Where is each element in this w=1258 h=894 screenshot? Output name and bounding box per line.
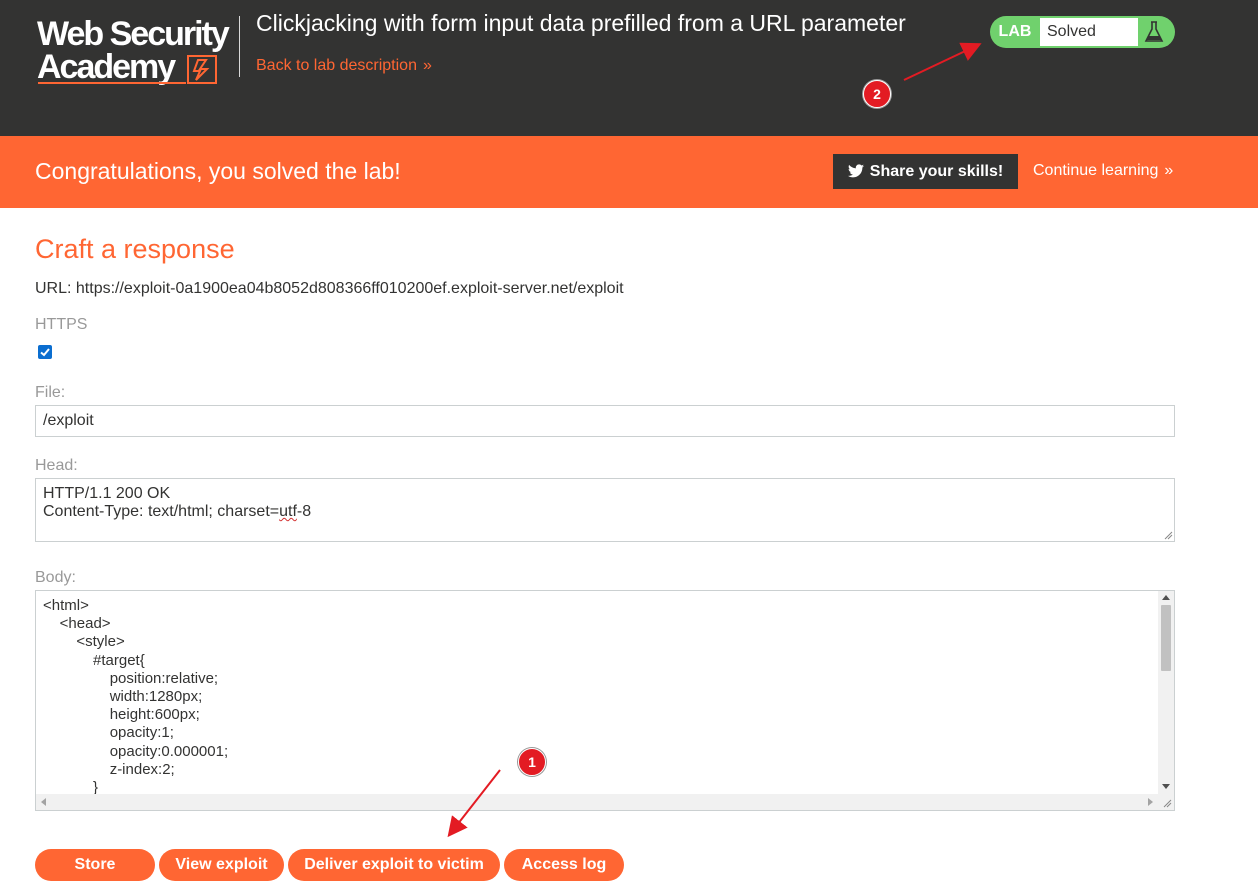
scroll-down-icon[interactable] bbox=[1162, 784, 1170, 790]
head-line-2-suffix: -8 bbox=[296, 503, 312, 520]
continue-learning-link[interactable]: Continue learning » bbox=[1033, 162, 1173, 180]
twitter-icon bbox=[847, 164, 864, 178]
head-line-1: HTTP/1.1 200 OK bbox=[43, 485, 171, 502]
deliver-exploit-button[interactable]: Deliver exploit to victim bbox=[288, 849, 500, 881]
annotation-marker-1: 1 bbox=[518, 748, 546, 776]
back-link-label: Back to lab description bbox=[256, 57, 417, 74]
share-skills-button[interactable]: Share your skills! bbox=[833, 154, 1018, 189]
lab-title: Clickjacking with form input data prefil… bbox=[256, 10, 906, 36]
store-button[interactable]: Store bbox=[35, 849, 155, 881]
resize-handle-icon bbox=[1163, 799, 1172, 808]
logo-line-2: Academy bbox=[37, 48, 176, 86]
body-vertical-scrollbar[interactable] bbox=[1158, 591, 1174, 794]
exploit-url: URL: https://exploit-0a1900ea04b8052d808… bbox=[35, 280, 624, 297]
head-line-2-prefix: Content-Type: text/html; charset= bbox=[43, 503, 280, 520]
https-checkbox[interactable] bbox=[38, 345, 52, 359]
page-title: Craft a response bbox=[35, 234, 235, 264]
back-to-description-link[interactable]: Back to lab description » bbox=[256, 57, 432, 75]
resize-handle-icon[interactable] bbox=[1164, 531, 1173, 540]
checkmark-icon bbox=[40, 348, 50, 357]
lab-badge: LAB bbox=[998, 23, 1032, 40]
flask-icon bbox=[1139, 18, 1169, 46]
continue-learning-label: Continue learning bbox=[1033, 162, 1159, 179]
spellcheck-flagged-word: utf bbox=[279, 503, 297, 520]
scroll-up-icon[interactable] bbox=[1162, 594, 1170, 600]
access-log-button[interactable]: Access log bbox=[504, 849, 624, 881]
scroll-left-icon[interactable] bbox=[40, 798, 46, 806]
body-textarea[interactable]: <html> <head> <style> #target{ position:… bbox=[35, 590, 1175, 811]
scrollbar-thumb[interactable] bbox=[1161, 605, 1171, 671]
body-label: Body: bbox=[35, 569, 76, 586]
body-horizontal-scrollbar[interactable] bbox=[36, 794, 1158, 810]
logo-divider bbox=[239, 16, 240, 77]
file-input[interactable]: /exploit bbox=[35, 405, 1175, 437]
lab-status-text: Solved bbox=[1040, 18, 1138, 46]
lab-status-widget[interactable]: LAB Solved bbox=[990, 16, 1175, 48]
body-resize-corner[interactable] bbox=[1158, 794, 1174, 810]
solved-message: Congratulations, you solved the lab! bbox=[35, 158, 401, 184]
double-chevron-right-icon: » bbox=[1164, 162, 1174, 179]
web-security-academy-logo[interactable]: Web Security Academy bbox=[36, 12, 241, 88]
head-textarea[interactable]: HTTP/1.1 200 OK Content-Type: text/html;… bbox=[35, 478, 1175, 542]
file-label: File: bbox=[35, 384, 66, 401]
view-exploit-button[interactable]: View exploit bbox=[159, 849, 284, 881]
logo-bolt-icon bbox=[187, 55, 217, 84]
double-chevron-right-icon: » bbox=[422, 57, 432, 74]
https-label: HTTPS bbox=[35, 316, 88, 333]
scroll-right-icon[interactable] bbox=[1148, 798, 1154, 806]
share-skills-label: Share your skills! bbox=[869, 163, 1004, 180]
annotation-marker-2: 2 bbox=[863, 80, 891, 108]
head-label: Head: bbox=[35, 457, 78, 474]
